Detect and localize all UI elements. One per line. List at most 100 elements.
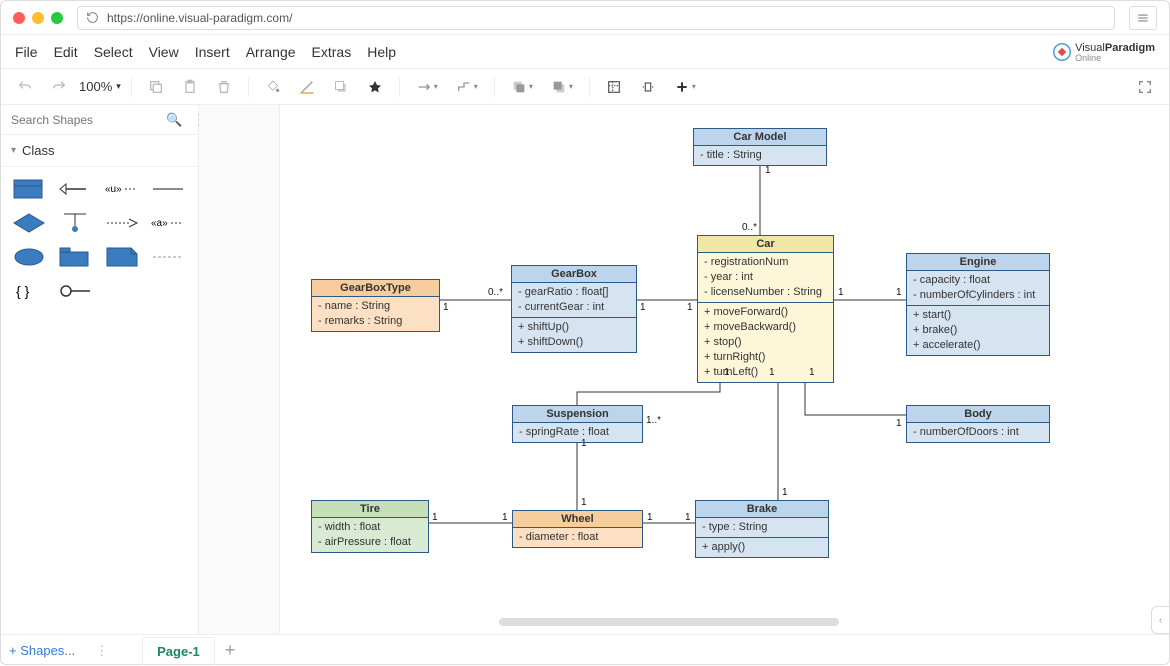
palette-lollipop[interactable] [57, 279, 93, 303]
palette-package[interactable] [57, 245, 93, 269]
class-gearbox[interactable]: GearBox - gearRatio : float[] - currentG… [511, 265, 637, 353]
menu-bar: File Edit Select View Insert Arrange Ext… [1, 35, 1169, 69]
reload-icon [86, 11, 99, 24]
class-suspension[interactable]: Suspension - springRate : float [512, 405, 643, 443]
insert-button[interactable]: ▾ [668, 75, 702, 99]
mult-label: 1 [432, 512, 438, 523]
menu-help[interactable]: Help [367, 44, 396, 60]
mult-label: 0..* [742, 222, 757, 233]
palette-dashed-line[interactable] [150, 245, 186, 269]
menu-extras[interactable]: Extras [312, 44, 352, 60]
mult-label: 1 [685, 512, 691, 523]
close-window[interactable] [13, 12, 25, 24]
brand-logo: VisualParadigmOnline [1053, 42, 1155, 62]
menu-edit[interactable]: Edit [54, 44, 78, 60]
mult-label: 1..* [646, 415, 661, 426]
mult-label: 1 [687, 302, 693, 313]
url-text: https://online.visual-paradigm.com/ [107, 11, 292, 25]
address-bar[interactable]: https://online.visual-paradigm.com/ [77, 6, 1115, 30]
fill-color-button[interactable] [259, 75, 287, 99]
palette-abstraction[interactable]: «a» [150, 211, 186, 235]
fit-button[interactable] [600, 75, 628, 99]
maximize-window[interactable] [51, 12, 63, 24]
redo-button[interactable] [45, 75, 73, 99]
browser-menu-button[interactable] [1129, 6, 1157, 30]
mult-label: 1 [765, 165, 771, 176]
minimize-window[interactable] [32, 12, 44, 24]
mult-label: 1 [809, 367, 815, 378]
menu-insert[interactable]: Insert [195, 44, 230, 60]
window-titlebar: https://online.visual-paradigm.com/ [1, 1, 1169, 35]
palette-usage[interactable]: «u» [104, 177, 140, 201]
palette-constraint[interactable]: { } [11, 279, 47, 303]
svg-text:{ }: { } [16, 283, 30, 299]
shadow-button[interactable] [327, 75, 355, 99]
add-page-button[interactable]: + [225, 640, 236, 661]
zoom-dropdown[interactable]: 100%▾ [79, 79, 121, 94]
mult-label: 1 [838, 287, 844, 298]
undo-button[interactable] [11, 75, 39, 99]
mult-label: 1 [581, 497, 587, 508]
to-front-button[interactable]: ▾ [505, 75, 539, 99]
shapes-sidebar: 🔍 ⋮ Class «u» «a» { } [1, 105, 199, 634]
canvas-area[interactable]: Car Model - title : String Car - registr… [199, 105, 1169, 634]
palette-diamond[interactable] [11, 211, 47, 235]
more-shapes-button[interactable]: + Shapes... [9, 643, 75, 658]
palette-interface[interactable] [57, 211, 93, 235]
palette-class-shape[interactable] [11, 177, 47, 201]
class-carmodel[interactable]: Car Model - title : String [693, 128, 827, 166]
class-body[interactable]: Body - numberOfDoors : int [906, 405, 1050, 443]
window-controls [13, 12, 63, 24]
autosize-button[interactable] [634, 75, 662, 99]
collapse-panel-button[interactable]: ‹ [1151, 606, 1169, 634]
class-engine[interactable]: Engine - capacity : float - numberOfCyli… [906, 253, 1050, 356]
svg-text:«u»: «u» [105, 184, 122, 195]
mult-label: 1 [443, 302, 449, 313]
menu-view[interactable]: View [149, 44, 179, 60]
palette-generalization[interactable] [57, 177, 93, 201]
search-icon[interactable]: 🔍 [166, 112, 182, 128]
line-color-button[interactable] [293, 75, 321, 99]
hamburger-icon [1136, 11, 1150, 25]
palette-ellipse[interactable] [11, 245, 47, 269]
copy-button[interactable] [142, 75, 170, 99]
class-gearboxtype[interactable]: GearBoxType - name : String - remarks : … [311, 279, 440, 332]
to-back-button[interactable]: ▾ [545, 75, 579, 99]
search-shapes-input[interactable] [11, 113, 166, 127]
waypoint-button[interactable]: ▾ [450, 75, 484, 99]
mult-label: 1 [896, 287, 902, 298]
mult-label: 1 [581, 438, 587, 449]
class-tire[interactable]: Tire - width : float - airPressure : flo… [311, 500, 429, 553]
mult-label: 1 [502, 512, 508, 523]
menu-file[interactable]: File [15, 44, 38, 60]
paste-button[interactable] [176, 75, 204, 99]
svg-text:«a»: «a» [151, 218, 168, 229]
diagram-canvas[interactable]: Car Model - title : String Car - registr… [279, 105, 1169, 634]
palette-note[interactable] [104, 245, 140, 269]
mult-label: 1 [647, 512, 653, 523]
page-menu-icon[interactable]: ⋮ [95, 643, 108, 659]
mult-label: 1 [640, 302, 646, 313]
horizontal-scrollbar[interactable] [499, 618, 839, 626]
shape-palette: «u» «a» { } [1, 167, 198, 313]
bottom-bar: + Shapes... ⋮ Page-1 + [1, 634, 1169, 666]
mult-label: 0..* [488, 287, 503, 298]
palette-dependency[interactable] [104, 211, 140, 235]
style-button[interactable] [361, 75, 389, 99]
palette-association[interactable] [150, 177, 186, 201]
fullscreen-button[interactable] [1131, 75, 1159, 99]
connection-button[interactable]: ▾ [410, 75, 444, 99]
mult-label: 1 [782, 487, 788, 498]
class-wheel[interactable]: Wheel - diameter : float [512, 510, 643, 548]
class-car[interactable]: Car - registrationNum - year : int - lic… [697, 235, 834, 383]
delete-button[interactable] [210, 75, 238, 99]
page-tab-1[interactable]: Page-1 [142, 637, 215, 665]
category-class[interactable]: Class [1, 135, 198, 167]
toolbar: 100%▾ ▾ ▾ ▾ ▾ ▾ [1, 69, 1169, 105]
vp-logo-icon [1053, 43, 1071, 61]
menu-arrange[interactable]: Arrange [246, 44, 296, 60]
menu-select[interactable]: Select [94, 44, 133, 60]
mult-label: 1 [769, 367, 775, 378]
class-brake[interactable]: Brake - type : String + apply() [695, 500, 829, 558]
mult-label: 1 [724, 367, 730, 378]
